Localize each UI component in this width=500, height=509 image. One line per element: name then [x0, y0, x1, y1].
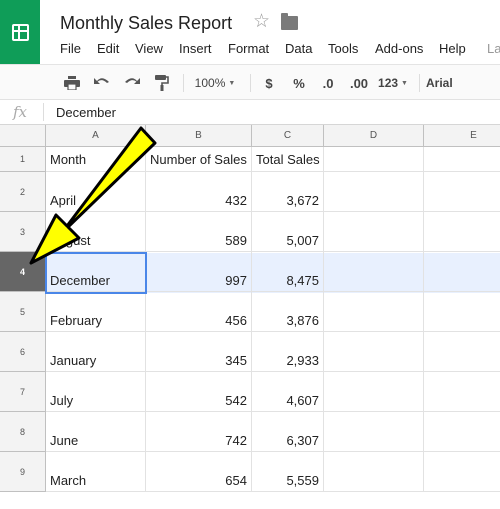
- cell-b5[interactable]: 456: [146, 292, 252, 332]
- cell-e4[interactable]: [424, 252, 500, 292]
- cell-d7[interactable]: [324, 372, 424, 412]
- folder-icon[interactable]: [281, 13, 298, 30]
- cell-c1[interactable]: Total Sales: [252, 147, 324, 172]
- column-header-e[interactable]: E: [424, 125, 500, 147]
- row-header-9[interactable]: 9: [0, 452, 46, 492]
- row-header-5[interactable]: 5: [0, 292, 46, 332]
- font-family-select[interactable]: Arial: [426, 73, 466, 93]
- decrease-decimal-label: .0: [322, 75, 334, 91]
- column-header-c[interactable]: C: [252, 125, 324, 147]
- column-header-d[interactable]: D: [324, 125, 424, 147]
- menu-addons[interactable]: Add-ons: [375, 41, 423, 56]
- chevron-down-icon: ▼: [228, 79, 236, 87]
- cell-e6[interactable]: [424, 332, 500, 372]
- column-header-a[interactable]: A: [46, 125, 146, 147]
- more-formats-label: 123: [378, 76, 399, 90]
- cell-a2[interactable]: April: [46, 172, 146, 212]
- cell-d8[interactable]: [324, 412, 424, 452]
- formula-bar: fx December: [0, 100, 500, 125]
- row-header-2[interactable]: 2: [0, 172, 46, 212]
- toolbar: 100% ▼ $ % .0 .00 123 ▼ Arial: [0, 64, 500, 100]
- select-all-corner[interactable]: [0, 125, 46, 147]
- cell-d2[interactable]: [324, 172, 424, 212]
- cell-b6[interactable]: 345: [146, 332, 252, 372]
- fx-icon: fx: [13, 103, 28, 121]
- cell-a9[interactable]: March: [46, 452, 146, 492]
- currency-format-button[interactable]: $: [259, 73, 279, 93]
- cell-d6[interactable]: [324, 332, 424, 372]
- cell-d4[interactable]: [324, 252, 424, 292]
- star-icon[interactable]: ☆: [253, 12, 270, 31]
- cell-d5[interactable]: [324, 292, 424, 332]
- cell-c5[interactable]: 3,876: [252, 292, 324, 332]
- row-header-4[interactable]: 4: [0, 252, 46, 292]
- menu-data[interactable]: Data: [285, 41, 312, 56]
- cell-e8[interactable]: [424, 412, 500, 452]
- cell-e9[interactable]: [424, 452, 500, 492]
- cell-e1[interactable]: [424, 147, 500, 172]
- cell-a4[interactable]: December: [46, 252, 146, 292]
- row-header-8[interactable]: 8: [0, 412, 46, 452]
- cell-d3[interactable]: [324, 212, 424, 252]
- zoom-value: 100%: [194, 76, 226, 90]
- cell-d9[interactable]: [324, 452, 424, 492]
- column-header-b[interactable]: B: [146, 125, 252, 147]
- menu-help[interactable]: Help: [439, 41, 466, 56]
- cell-b3[interactable]: 589: [146, 212, 252, 252]
- menu-format[interactable]: Format: [228, 41, 269, 56]
- increase-decimal-label: .00: [349, 75, 369, 91]
- menu-view[interactable]: View: [135, 41, 163, 56]
- spreadsheet-grid: A B C D E 1 Month Number of Sales Total Sal…: [0, 125, 500, 509]
- menu-file[interactable]: File: [60, 41, 81, 56]
- app-header: Monthly Sales Report ☆ File Edit View In…: [0, 0, 500, 64]
- cell-a1[interactable]: Month: [46, 147, 146, 172]
- zoom-select[interactable]: 100% ▼: [190, 73, 240, 93]
- cell-a5[interactable]: February: [46, 292, 146, 332]
- print-icon[interactable]: [61, 73, 83, 93]
- cell-d1[interactable]: [324, 147, 424, 172]
- decrease-decimal-button[interactable]: .0: [317, 73, 339, 93]
- percent-format-button[interactable]: %: [288, 73, 310, 93]
- increase-decimal-button[interactable]: .00: [346, 73, 372, 93]
- undo-icon[interactable]: [91, 73, 113, 93]
- cell-b7[interactable]: 542: [146, 372, 252, 412]
- cell-e7[interactable]: [424, 372, 500, 412]
- redo-icon[interactable]: [121, 73, 143, 93]
- menu-last-edit[interactable]: La: [487, 41, 500, 56]
- cell-c8[interactable]: 6,307: [252, 412, 324, 452]
- cell-a3[interactable]: August: [46, 212, 146, 252]
- cell-c7[interactable]: 4,607: [252, 372, 324, 412]
- cell-c4[interactable]: 8,475: [252, 252, 324, 292]
- cell-b1[interactable]: Number of Sales: [146, 147, 252, 172]
- formula-input[interactable]: December: [56, 105, 116, 120]
- cell-b8[interactable]: 742: [146, 412, 252, 452]
- menu-insert[interactable]: Insert: [179, 41, 212, 56]
- cell-a7[interactable]: July: [46, 372, 146, 412]
- menu-edit[interactable]: Edit: [97, 41, 119, 56]
- cell-c2[interactable]: 3,672: [252, 172, 324, 212]
- cell-b2[interactable]: 432: [146, 172, 252, 212]
- cell-c9[interactable]: 5,559: [252, 452, 324, 492]
- document-title[interactable]: Monthly Sales Report: [60, 13, 232, 34]
- more-formats-button[interactable]: 123 ▼: [376, 73, 410, 93]
- row-header-7[interactable]: 7: [0, 372, 46, 412]
- chevron-down-icon: ▼: [401, 79, 408, 87]
- cell-b4[interactable]: 997: [146, 252, 252, 292]
- cell-e2[interactable]: [424, 172, 500, 212]
- row-header-6[interactable]: 6: [0, 332, 46, 372]
- paint-format-icon[interactable]: [151, 73, 173, 93]
- cell-c3[interactable]: 5,007: [252, 212, 324, 252]
- row-header-3[interactable]: 3: [0, 212, 46, 252]
- sheets-logo-icon[interactable]: [0, 0, 40, 64]
- menu-tools[interactable]: Tools: [328, 41, 358, 56]
- cell-e5[interactable]: [424, 292, 500, 332]
- cell-a6[interactable]: January: [46, 332, 146, 372]
- row-header-1[interactable]: 1: [0, 147, 46, 172]
- cell-e3[interactable]: [424, 212, 500, 252]
- cell-b9[interactable]: 654: [146, 452, 252, 492]
- cell-a8[interactable]: June: [46, 412, 146, 452]
- cell-c6[interactable]: 2,933: [252, 332, 324, 372]
